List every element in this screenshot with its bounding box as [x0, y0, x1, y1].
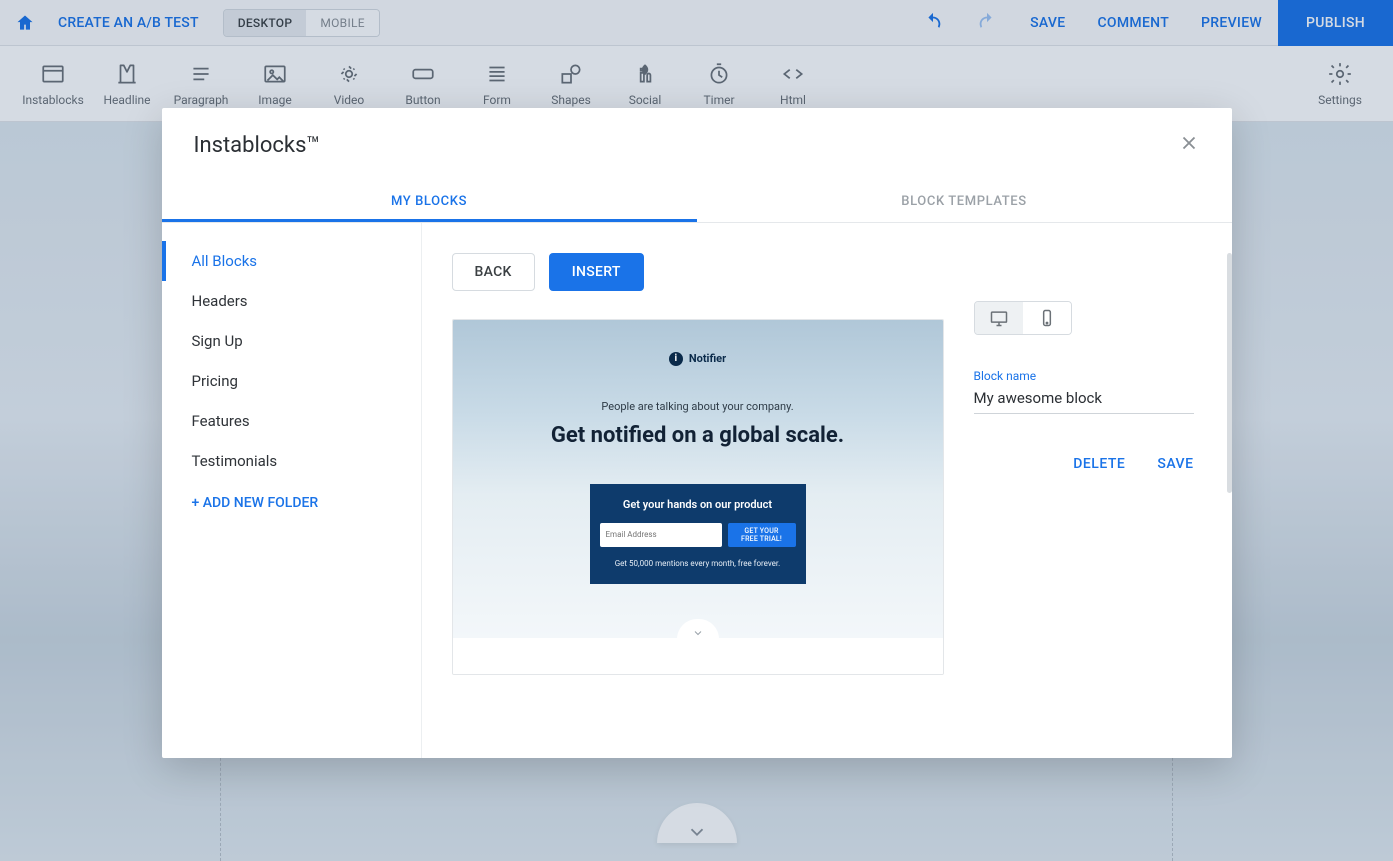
back-button[interactable]: BACK — [452, 253, 535, 291]
preview-tagline: People are talking about your company. — [463, 400, 933, 413]
add-new-folder-button[interactable]: + ADD NEW FOLDER — [162, 481, 421, 525]
chevron-down-icon — [692, 627, 704, 639]
preview-mobile-toggle[interactable] — [1023, 302, 1071, 334]
sidebar-item-sign-up[interactable]: Sign Up — [162, 321, 421, 361]
preview-brand: iNotifier — [669, 352, 726, 366]
sidebar-item-all-blocks[interactable]: All Blocks — [162, 241, 421, 281]
save-block-button[interactable]: SAVE — [1157, 456, 1193, 472]
close-icon — [1178, 132, 1200, 154]
block-name-input[interactable] — [974, 383, 1194, 414]
sidebar-item-testimonials[interactable]: Testimonials — [162, 441, 421, 481]
preview-device-segmented — [974, 301, 1072, 335]
preview-cta-box: Get your hands on our product GET YOUR F… — [590, 484, 806, 584]
sidebar-item-features[interactable]: Features — [162, 401, 421, 441]
preview-cta-button: GET YOUR FREE TRIAL! — [728, 523, 796, 547]
preview-headline: Get notified on a global scale. — [463, 423, 933, 448]
tab-block-templates[interactable]: BLOCK TEMPLATES — [697, 180, 1232, 222]
tab-my-blocks[interactable]: MY BLOCKS — [162, 180, 697, 222]
block-preview-card[interactable]: iNotifier People are talking about your … — [452, 319, 944, 675]
instablocks-modal: Instablocks™ MY BLOCKS BLOCK TEMPLATES A… — [162, 108, 1232, 758]
close-button[interactable] — [1178, 132, 1200, 158]
insert-button[interactable]: INSERT — [549, 253, 644, 291]
scrollbar[interactable] — [1227, 253, 1232, 493]
preview-cta-title: Get your hands on our product — [600, 498, 796, 511]
block-name-label: Block name — [974, 369, 1218, 383]
preview-expand-icon — [677, 619, 719, 639]
preview-desktop-toggle[interactable] — [975, 302, 1023, 334]
mobile-icon — [1037, 308, 1057, 328]
sidebar-item-headers[interactable]: Headers — [162, 281, 421, 321]
sidebar-item-pricing[interactable]: Pricing — [162, 361, 421, 401]
folder-sidebar: All Blocks Headers Sign Up Pricing Featu… — [162, 223, 422, 758]
modal-title: Instablocks™ — [194, 133, 321, 158]
modal-tabs: MY BLOCKS BLOCK TEMPLATES — [162, 180, 1232, 223]
preview-cta-subtext: Get 50,000 mentions every month, free fo… — [600, 559, 796, 568]
desktop-icon — [989, 308, 1009, 328]
delete-button[interactable]: DELETE — [1073, 456, 1125, 472]
preview-email-input — [600, 523, 722, 547]
